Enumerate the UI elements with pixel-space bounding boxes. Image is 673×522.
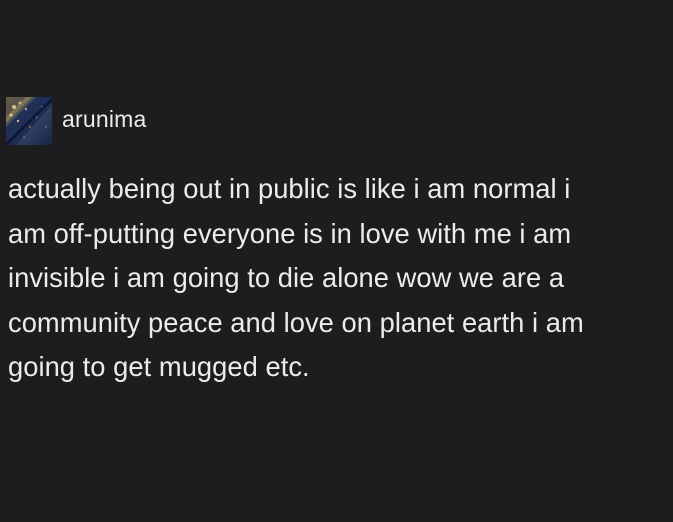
post-body-line: invisible i am going to die alone wow we… — [8, 262, 565, 293]
post-body-line: am off-putting everyone is in love with … — [8, 217, 572, 249]
post-body-line: actually being out in public is like i a… — [8, 173, 571, 204]
post-body-line: going to get mugged etc. — [8, 351, 310, 382]
post-body-line: community peace and love on planet earth… — [8, 306, 584, 338]
avatar[interactable] — [6, 97, 52, 145]
post-body: actually being out in public is like i a… — [8, 167, 658, 390]
post-header: arunima — [6, 97, 147, 145]
username[interactable]: arunima — [62, 106, 147, 133]
tumblr-post: arunima actually being out in public is … — [0, 0, 673, 522]
